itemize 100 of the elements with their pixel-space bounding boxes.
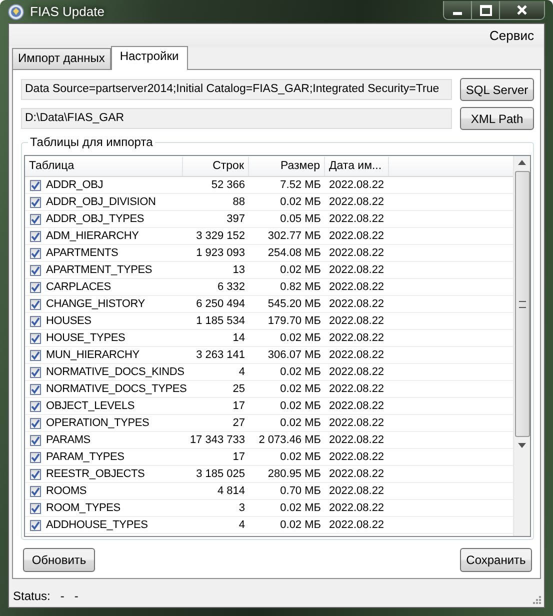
table-cell-text: 1 923 093 xyxy=(195,246,246,261)
table-cell-text: 2022.08.22 xyxy=(328,501,386,516)
checkbox[interactable] xyxy=(30,214,41,224)
table-cell-text: 2022.08.22 xyxy=(328,382,386,397)
minimize-button[interactable] xyxy=(444,1,472,19)
checkbox[interactable] xyxy=(30,520,41,530)
checkbox[interactable] xyxy=(30,400,41,412)
table-cell-text: 2022.08.22 xyxy=(328,280,386,295)
table-cell-text: 3 185 025 xyxy=(195,467,246,482)
checkbox[interactable] xyxy=(30,298,41,310)
table-cell-text: 2022.08.22 xyxy=(328,484,386,499)
checkbox[interactable] xyxy=(30,180,41,190)
checkbox[interactable] xyxy=(30,418,41,428)
table-cell-text: 0.02 МБ xyxy=(279,399,322,414)
checkbox[interactable] xyxy=(30,350,41,360)
checkbox[interactable] xyxy=(30,248,41,258)
table-cell: ROOM_TYPES xyxy=(25,500,183,516)
table-cell: ADDHOUSE_TYPES xyxy=(25,517,183,533)
table-cell-text: 2022.08.22 xyxy=(328,212,386,227)
checkbox[interactable] xyxy=(30,264,41,276)
maximize-button[interactable] xyxy=(472,1,500,19)
checkbox[interactable] xyxy=(30,282,41,292)
table-cell-text: 179.70 МБ xyxy=(266,314,322,329)
table-cell-text: 0.02 МБ xyxy=(279,501,322,516)
table-cell-text: 2022.08.22 xyxy=(328,433,386,448)
tab[interactable]: Импорт данных xyxy=(12,48,111,69)
table-cell-text: 2022.08.22 xyxy=(328,518,386,533)
table-cell-text: 2022.08.22 xyxy=(328,178,386,193)
table-cell-text: 2 073.46 МБ xyxy=(258,433,322,448)
table-cell-text: 0.02 МБ xyxy=(279,195,322,210)
table-cell-text: 2022.08.22 xyxy=(328,314,386,329)
checkbox[interactable] xyxy=(30,316,41,326)
table-cell-text: 0.02 МБ xyxy=(279,263,322,278)
checkbox[interactable] xyxy=(30,502,41,514)
table-cell-text: 88 xyxy=(232,195,246,210)
xml-path-button[interactable]: XML Path xyxy=(460,107,534,130)
resize-grip-icon[interactable] xyxy=(532,595,542,605)
table-cell: MUN_HIERARCHY xyxy=(25,347,183,363)
scroll-up-icon[interactable] xyxy=(518,160,526,165)
menu-item[interactable]: Сервис xyxy=(487,26,536,45)
checkbox[interactable] xyxy=(30,468,41,480)
table-cell-text: 3 263 141 xyxy=(195,348,246,363)
table-cell-text: 0.82 МБ xyxy=(279,280,322,295)
group-title: Таблицы для импорта xyxy=(28,135,155,149)
checkbox[interactable] xyxy=(30,486,41,496)
action-button[interactable]: Сохранить xyxy=(460,548,532,572)
close-button[interactable] xyxy=(500,1,544,19)
column-header[interactable]: Размер xyxy=(249,157,325,176)
table-cell: ADDR_OBJ xyxy=(25,177,183,193)
table-cell-text: 545.20 МБ xyxy=(266,297,322,312)
table-cell-text: 4 xyxy=(238,365,246,380)
column-header[interactable]: Таблица xyxy=(25,157,183,176)
table-cell: ROOMS xyxy=(25,483,183,499)
table-cell-text: 2022.08.22 xyxy=(328,416,386,431)
close-icon xyxy=(516,4,528,16)
checkbox[interactable] xyxy=(30,434,41,446)
status-value: - xyxy=(60,589,64,603)
table-cell-text: 2022.08.22 xyxy=(328,297,386,312)
connection-string-field[interactable]: Data Source=partserver2014;Initial Catalog=FIAS_GAR;Integrated Security=True xyxy=(21,79,452,100)
table-cell-text: 0.02 МБ xyxy=(279,450,322,465)
table-cell-text: 2022.08.22 xyxy=(328,365,386,380)
table-cell-text: 14 xyxy=(232,331,246,346)
table-cell-text: 254.08 МБ xyxy=(266,246,322,261)
checkbox[interactable] xyxy=(30,384,41,394)
table-cell: OBJECT_LEVELS xyxy=(25,398,183,414)
checkbox[interactable] xyxy=(30,452,41,462)
table-cell-text: 2022.08.22 xyxy=(328,195,386,210)
table-cell-text: 2022.08.22 xyxy=(328,246,386,261)
checkbox[interactable] xyxy=(30,366,41,378)
table-cell-text: 2022.08.22 xyxy=(328,348,386,363)
scroll-down-icon[interactable] xyxy=(518,443,526,448)
table-cell: OPERATION_TYPES xyxy=(25,415,183,431)
table-cell: ADM_HIERARCHY xyxy=(25,228,183,244)
table-cell-text: 280.95 МБ xyxy=(266,467,322,482)
table-cell-text: 13 xyxy=(232,263,246,278)
table-cell-text: 0.02 МБ xyxy=(279,331,322,346)
table-cell: CARPLACES xyxy=(25,279,183,295)
table-cell-text: 2022.08.22 xyxy=(328,331,386,346)
table-cell-text: 1 185 534 xyxy=(195,314,246,329)
table-cell-text: 17 xyxy=(232,399,246,414)
sql-server-button[interactable]: SQL Server xyxy=(460,78,534,101)
status-value: - xyxy=(74,589,78,603)
table-cell-text: 52 366 xyxy=(210,178,246,193)
checkbox[interactable] xyxy=(30,196,41,208)
checkbox[interactable] xyxy=(30,230,41,242)
scrollbar[interactable] xyxy=(513,156,530,536)
action-button[interactable]: Обновить xyxy=(23,548,95,572)
column-header[interactable]: Дата им... xyxy=(325,157,389,176)
table-cell: ADDR_OBJ_TYPES xyxy=(25,211,183,227)
table-cell: CHANGE_HISTORY xyxy=(25,296,183,312)
status-label: Status: xyxy=(13,589,50,603)
table-cell-text: 2022.08.22 xyxy=(328,399,386,414)
tab[interactable]: Настройки xyxy=(110,46,188,70)
checkbox[interactable] xyxy=(30,332,41,344)
table-cell: PARAMS xyxy=(25,432,183,448)
table-cell-text: 2022.08.22 xyxy=(328,229,386,244)
column-header[interactable]: Строк xyxy=(183,157,249,176)
table-cell-text: 2022.08.22 xyxy=(328,263,386,278)
xml-path-field[interactable]: D:\Data\FIAS_GAR xyxy=(21,108,452,129)
table-cell: ADDR_OBJ_DIVISION xyxy=(25,194,183,210)
